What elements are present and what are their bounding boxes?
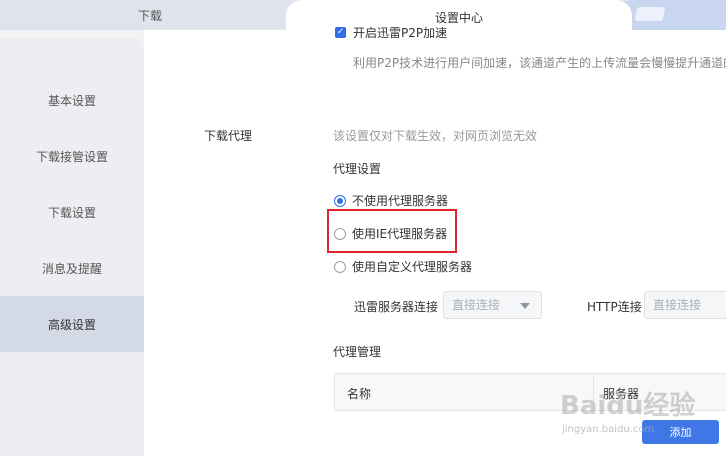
download-proxy-label: 下载代理 xyxy=(204,129,253,143)
sidebar-item-basic[interactable]: 基本设置 xyxy=(0,72,144,128)
radio-custom-proxy[interactable] xyxy=(334,261,346,273)
sidebar-item-download-takeover[interactable]: 下载接管设置 xyxy=(0,128,144,184)
xunlei-connection-label: 迅雷服务器连接 xyxy=(354,300,439,314)
http-connection-label: HTTP连接 xyxy=(587,300,642,314)
window-icon xyxy=(634,7,666,21)
proxy-settings-title: 代理设置 xyxy=(333,162,382,176)
http-connection-value: 直接连接 xyxy=(653,298,702,312)
proxy-note: 该设置仅对下载生效，对网页浏览无效 xyxy=(333,129,538,143)
http-connection-select[interactable]: 直接连接 xyxy=(644,291,726,319)
sidebar-item-notifications[interactable]: 消息及提醒 xyxy=(0,240,144,296)
p2p-description: 利用P2P技术进行用户间加速，该通道产生的上传流量会慢慢提升通道的 xyxy=(353,56,726,70)
sidebar-item-advanced[interactable]: 高级设置 xyxy=(0,296,144,352)
radio-no-proxy-label[interactable]: 不使用代理服务器 xyxy=(352,192,448,209)
settings-sidebar: 基本设置 下载接管设置 下载设置 消息及提醒 高级设置 xyxy=(0,38,144,456)
column-header-name: 名称 xyxy=(347,387,372,401)
p2p-checkbox-label: 开启迅雷P2P加速 xyxy=(353,26,448,40)
proxy-management-title: 代理管理 xyxy=(333,345,382,359)
p2p-checkbox[interactable]: ✓ xyxy=(335,27,346,38)
tab-download[interactable]: 下载 xyxy=(0,0,300,30)
highlight-box xyxy=(327,209,457,253)
xunlei-connection-select[interactable]: 直接连接 xyxy=(443,291,542,319)
tab-settings-center[interactable]: 设置中心 xyxy=(286,0,632,30)
sidebar-item-download[interactable]: 下载设置 xyxy=(0,184,144,240)
xunlei-connection-value: 直接连接 xyxy=(452,298,501,312)
settings-content: ✓ 开启迅雷P2P加速 利用P2P技术进行用户间加速，该通道产生的上传流量会慢慢… xyxy=(144,26,726,456)
radio-no-proxy[interactable] xyxy=(334,195,346,207)
tab-extra[interactable] xyxy=(616,0,726,30)
chevron-down-icon xyxy=(520,303,530,309)
baidu-watermark: Baidu经验 xyxy=(560,391,696,421)
baidu-watermark-url: jingyan.baidu.com xyxy=(562,424,655,435)
radio-custom-proxy-label[interactable]: 使用自定义代理服务器 xyxy=(352,258,472,275)
